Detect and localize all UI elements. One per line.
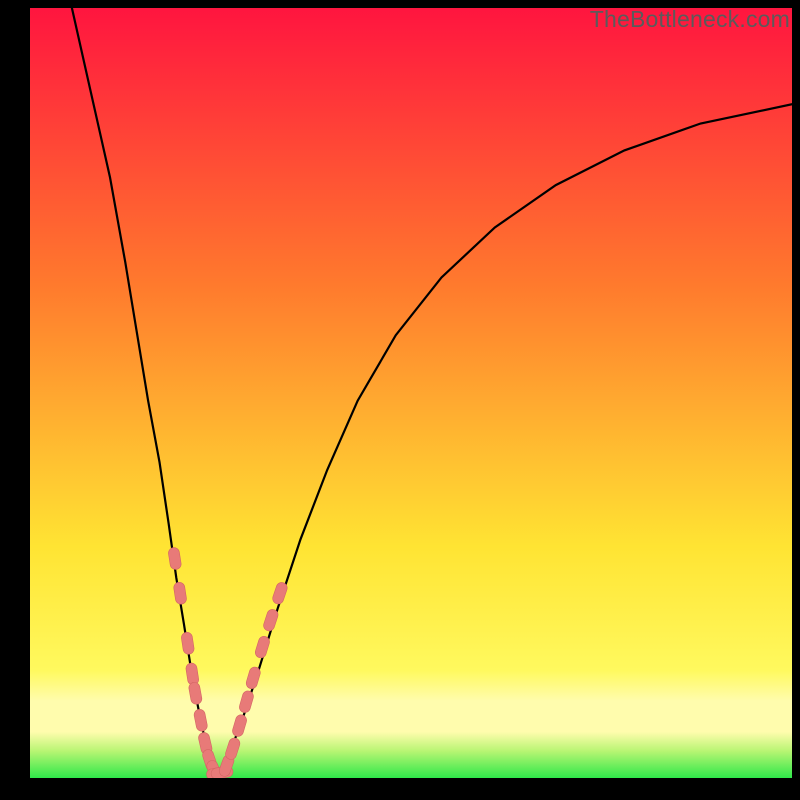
- plot-area: [30, 8, 792, 778]
- gradient-bg: [30, 8, 792, 778]
- watermark-text: TheBottleneck.com: [590, 6, 790, 33]
- chart-svg: [30, 8, 792, 778]
- outer-frame: TheBottleneck.com: [0, 0, 800, 800]
